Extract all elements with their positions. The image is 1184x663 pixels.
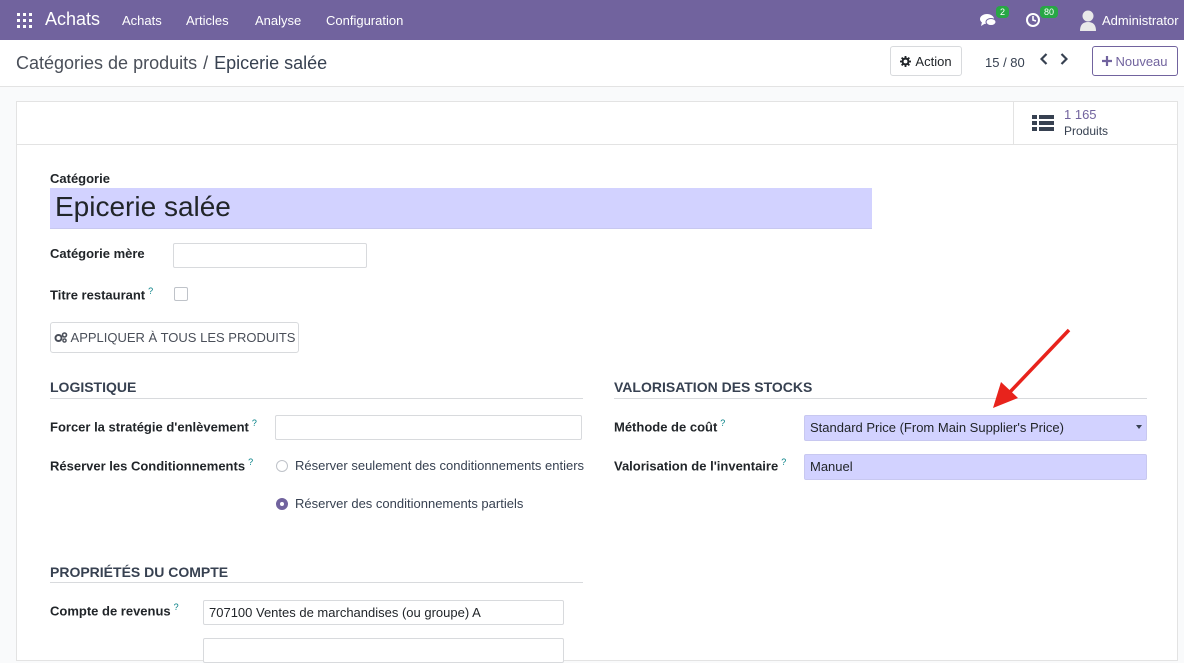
removal-strategy-help-icon[interactable]: ? xyxy=(252,418,257,428)
menu-achats[interactable]: Achats xyxy=(122,13,162,28)
breadcrumb: Catégories de produits / Epicerie salée xyxy=(16,53,327,74)
packaging-reserve-label-text: Réserver les Conditionnements xyxy=(50,458,246,474)
radio-full-packaging-label[interactable]: Réserver seulement des conditionnements … xyxy=(295,458,584,473)
cost-method-help-icon[interactable]: ? xyxy=(720,418,725,428)
user-avatar-icon[interactable] xyxy=(1079,9,1097,31)
radio-full-packaging[interactable] xyxy=(276,460,288,472)
inventory-valuation-label-text: Valorisation de l'inventaire xyxy=(614,458,779,474)
logistics-section-title: LOGISTIQUE xyxy=(50,379,137,395)
menu-configuration[interactable]: Configuration xyxy=(326,13,403,28)
inventory-valuation-select[interactable]: Manuel xyxy=(804,454,1147,480)
plus-icon xyxy=(1102,56,1113,66)
gear-icon xyxy=(900,55,912,67)
packaging-reserve-help-icon[interactable]: ? xyxy=(248,457,253,467)
income-account-input[interactable]: 707100 Ventes de marchandises (ou groupe… xyxy=(203,600,564,625)
apply-to-all-label: APPLIQUER À TOUS LES PRODUITS xyxy=(70,330,296,345)
parent-category-label: Catégorie mère xyxy=(50,246,145,261)
income-account-value: 707100 Ventes de marchandises (ou groupe… xyxy=(209,605,481,620)
cost-method-select[interactable]: Standard Price (From Main Supplier's Pri… xyxy=(804,415,1147,441)
cost-method-label-text: Méthode de coût xyxy=(614,419,718,435)
pager-previous-button[interactable] xyxy=(1034,48,1054,70)
parent-category-input[interactable] xyxy=(173,243,367,268)
restaurant-help-icon[interactable]: ? xyxy=(148,286,153,296)
account-section-title: PROPRIÉTÉS DU COMPTE xyxy=(50,564,229,580)
breadcrumb-separator: / xyxy=(203,53,209,73)
radio-partial-packaging[interactable] xyxy=(276,498,288,510)
inventory-valuation-help-icon[interactable]: ? xyxy=(781,457,786,467)
action-label: Action xyxy=(915,53,952,69)
user-menu[interactable]: Administrator xyxy=(1102,13,1179,28)
inventory-valuation-label: Valorisation de l'inventaire? xyxy=(614,457,786,473)
products-label: Produits xyxy=(1064,124,1109,138)
breadcrumb-current: Epicerie salée xyxy=(214,53,328,73)
chevron-right-icon xyxy=(1060,53,1068,65)
account-divider xyxy=(50,582,583,583)
app-name[interactable]: Achats xyxy=(45,9,100,30)
products-smart-button[interactable]: 1 165 Produits xyxy=(1013,102,1177,144)
chat-icon xyxy=(980,14,997,26)
caret-down-icon xyxy=(1136,425,1142,429)
activities-badge: 80 xyxy=(1040,6,1059,18)
top-navbar: Achats Achats Articles Analyse Configura… xyxy=(0,0,1184,40)
activity-menu[interactable]: 80 xyxy=(1025,6,1059,30)
messages-badge: 2 xyxy=(996,6,1010,18)
button-box: 1 165 Produits xyxy=(17,102,1177,145)
category-name-value: Epicerie salée xyxy=(55,191,231,222)
cogs-icon xyxy=(54,332,67,343)
valuation-section-title: VALORISATION DES STOCKS xyxy=(614,379,813,395)
radio-partial-packaging-label[interactable]: Réserver des conditionnements partiels xyxy=(295,496,523,511)
action-button[interactable]: Action xyxy=(890,46,962,76)
pager-value[interactable]: 15 / 80 xyxy=(985,55,1025,70)
category-label: Catégorie xyxy=(50,171,110,186)
category-name-input[interactable]: Epicerie salée xyxy=(50,188,872,229)
cost-method-label: Méthode de coût? xyxy=(614,418,725,434)
new-label: Nouveau xyxy=(1115,53,1168,69)
cost-method-value: Standard Price (From Main Supplier's Pri… xyxy=(810,420,1064,435)
apply-to-all-button[interactable]: APPLIQUER À TOUS LES PRODUITS xyxy=(50,322,299,353)
form-sheet: 1 165 Produits Catégorie Epicerie salée … xyxy=(16,101,1178,663)
messaging-menu[interactable]: 2 xyxy=(979,6,1010,30)
inventory-valuation-value: Manuel xyxy=(810,459,853,474)
removal-strategy-label: Forcer la stratégie d'enlèvement? xyxy=(50,418,257,434)
restaurant-checkbox[interactable] xyxy=(174,287,188,301)
list-icon xyxy=(1032,115,1054,131)
income-account-label-text: Compte de revenus xyxy=(50,603,171,619)
products-count: 1 165 xyxy=(1064,107,1097,122)
pager-next-button[interactable] xyxy=(1054,48,1074,70)
restaurant-label-text: Titre restaurant xyxy=(50,287,146,303)
breadcrumb-parent-link[interactable]: Catégories de produits xyxy=(16,53,197,73)
restaurant-label: Titre restaurant? xyxy=(50,286,153,302)
removal-strategy-label-text: Forcer la stratégie d'enlèvement xyxy=(50,419,249,435)
removal-strategy-value xyxy=(276,416,581,424)
income-account-help-icon[interactable]: ? xyxy=(174,602,179,612)
valuation-divider xyxy=(614,398,1147,399)
clock-icon xyxy=(1026,13,1040,27)
new-button[interactable]: Nouveau xyxy=(1092,46,1178,76)
apps-menu-icon[interactable] xyxy=(17,13,32,28)
chevron-left-icon xyxy=(1040,53,1048,65)
menu-articles[interactable]: Articles xyxy=(186,13,229,28)
logistics-divider xyxy=(50,398,583,399)
packaging-reserve-label: Réserver les Conditionnements? xyxy=(50,457,253,473)
income-account-label: Compte de revenus? xyxy=(50,602,179,618)
menu-analyse[interactable]: Analyse xyxy=(255,13,301,28)
parent-category-value xyxy=(174,244,366,252)
control-panel: Catégories de produits / Epicerie salée Ac… xyxy=(0,40,1184,87)
removal-strategy-input[interactable] xyxy=(275,415,582,440)
